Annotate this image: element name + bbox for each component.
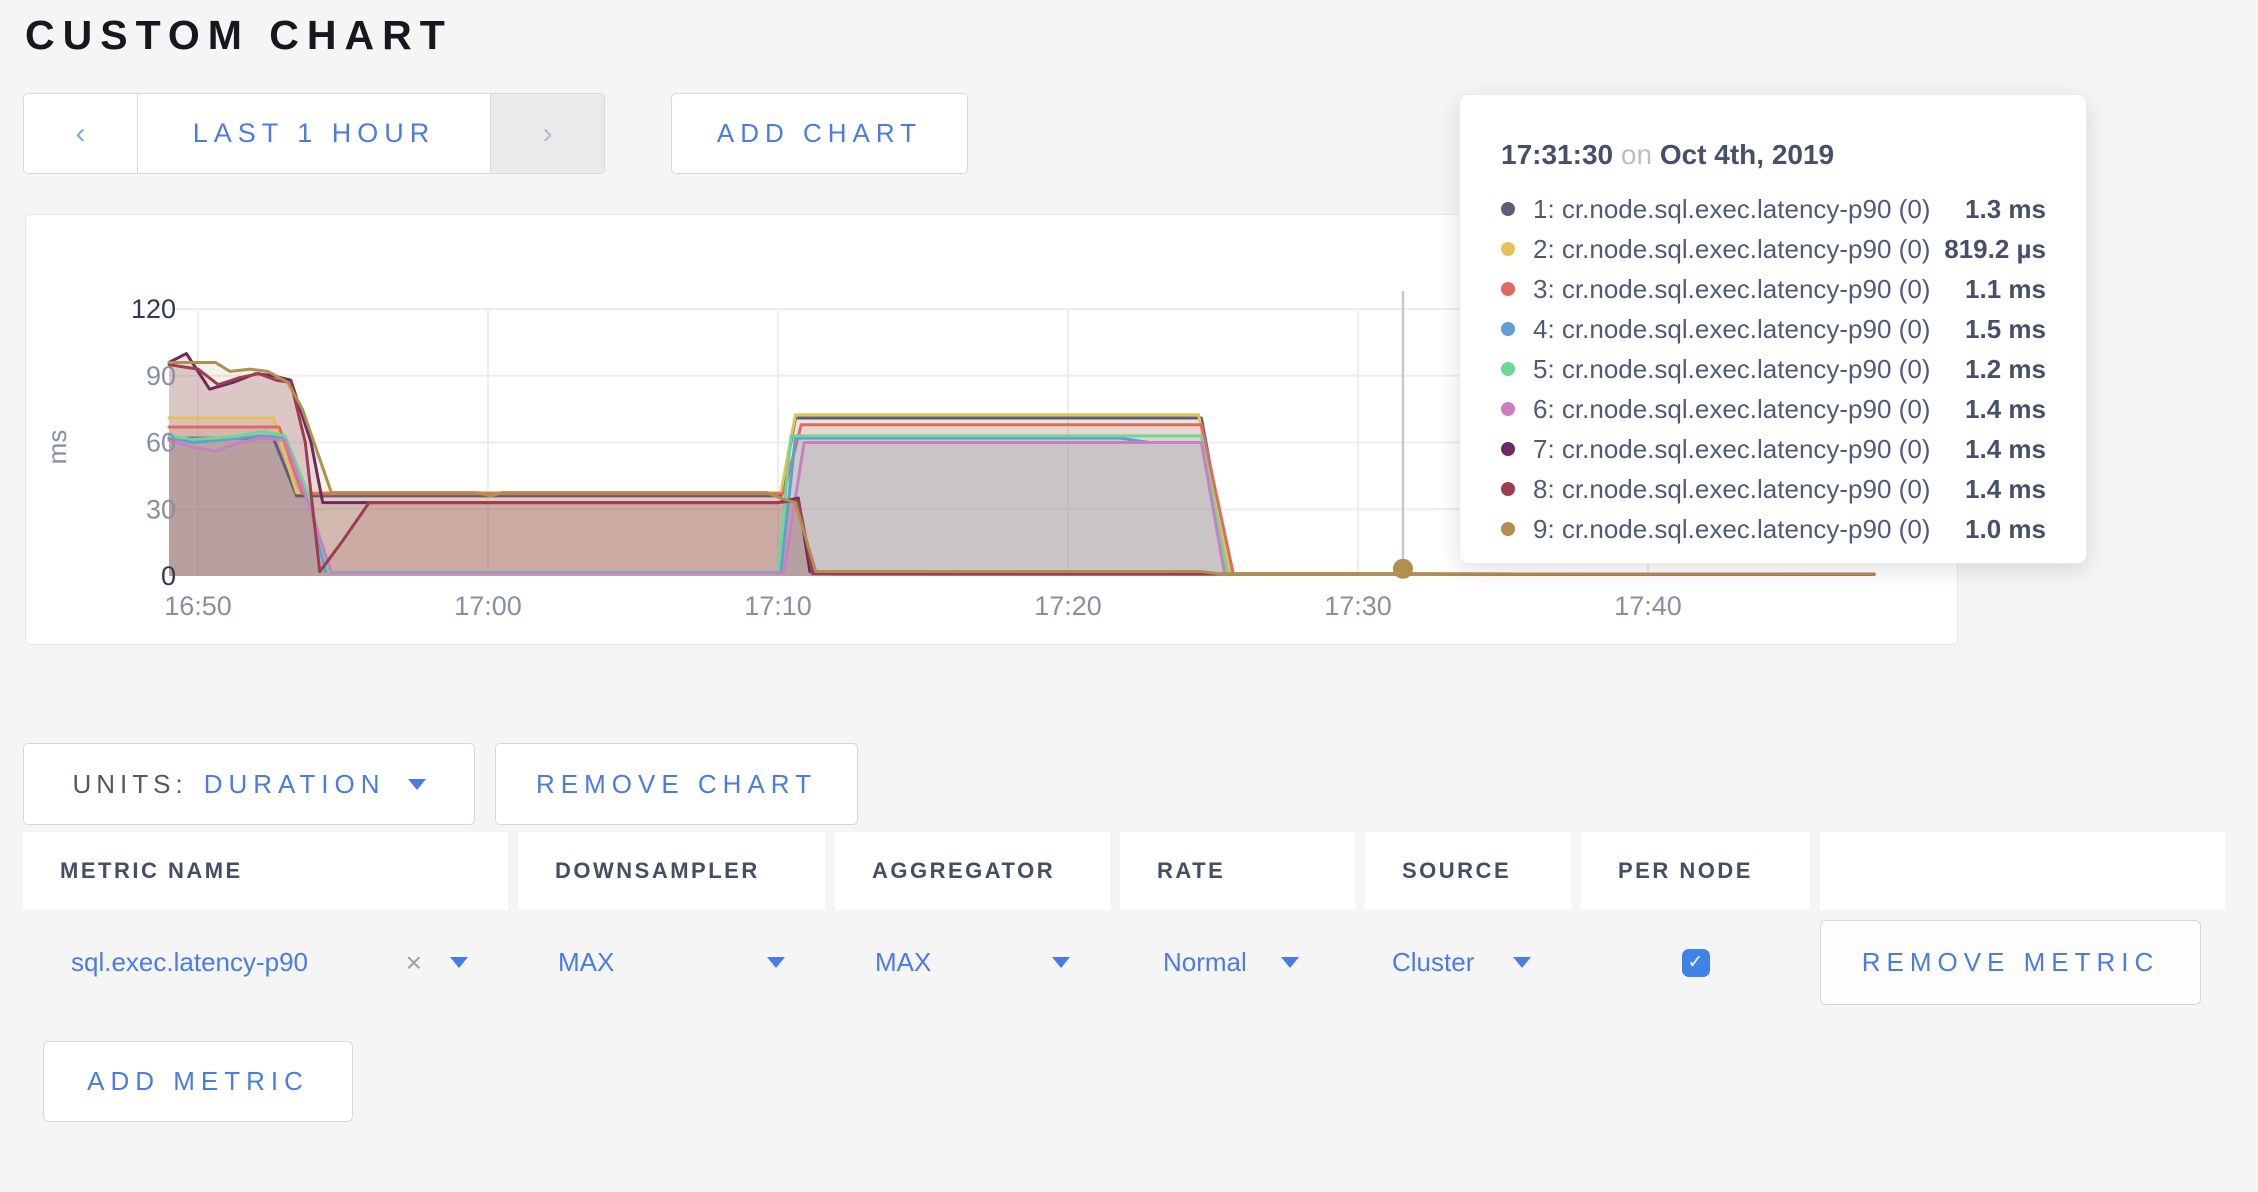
remove-metric-button[interactable]: REMOVE METRIC — [1820, 920, 2201, 1005]
per-node-cell: ✓ — [1581, 949, 1810, 977]
series-color-dot-icon — [1501, 282, 1515, 296]
metric-name-cell: sql.exec.latency-p90 × — [23, 947, 508, 979]
svg-text:16:50: 16:50 — [164, 591, 232, 621]
svg-text:90: 90 — [146, 361, 176, 391]
series-label: 4: cr.node.sql.exec.latency-p90 (0) — [1533, 314, 1930, 345]
series-label: 7: cr.node.sql.exec.latency-p90 (0) — [1533, 434, 1930, 465]
tooltip-series-row: 9: cr.node.sql.exec.latency-p90 (0) 1.0 … — [1501, 509, 2046, 549]
svg-text:17:30: 17:30 — [1324, 591, 1392, 621]
time-range-prev-button[interactable]: ‹ — [24, 94, 138, 173]
downsampler-cell: MAX — [518, 947, 825, 978]
series-value: 1.4 ms — [1965, 434, 2046, 465]
tooltip-series-row: 5: cr.node.sql.exec.latency-p90 (0) 1.2 … — [1501, 349, 2046, 389]
tooltip-series-row: 4: cr.node.sql.exec.latency-p90 (0) 1.5 … — [1501, 309, 2046, 349]
svg-text:17:10: 17:10 — [744, 591, 812, 621]
series-color-dot-icon — [1501, 202, 1515, 216]
per-node-checkbox[interactable]: ✓ — [1682, 949, 1710, 977]
tooltip-timestamp: 17:31:30 on Oct 4th, 2019 — [1501, 139, 2046, 171]
rate-value[interactable]: Normal — [1163, 947, 1247, 978]
rate-cell: Normal — [1120, 947, 1355, 978]
series-color-dot-icon — [1501, 322, 1515, 336]
series-value: 1.3 ms — [1965, 194, 2046, 225]
svg-text:120: 120 — [131, 294, 176, 324]
clear-metric-icon[interactable]: × — [406, 947, 422, 979]
series-color-dot-icon — [1501, 442, 1515, 456]
svg-text:30: 30 — [146, 494, 176, 524]
series-color-dot-icon — [1501, 522, 1515, 536]
series-label: 9: cr.node.sql.exec.latency-p90 (0) — [1533, 514, 1930, 545]
metric-name-value[interactable]: sql.exec.latency-p90 — [71, 947, 308, 978]
chevron-down-icon[interactable] — [1052, 957, 1070, 968]
add-chart-button[interactable]: ADD CHART — [671, 93, 968, 174]
tooltip-series-row: 1: cr.node.sql.exec.latency-p90 (0) 1.3 … — [1501, 189, 2046, 229]
time-range-label[interactable]: LAST 1 HOUR — [138, 94, 490, 173]
check-icon: ✓ — [1688, 951, 1704, 974]
tooltip-date: Oct 4th, 2019 — [1660, 139, 1834, 170]
tooltip-time: 17:31:30 — [1501, 139, 1613, 170]
svg-text:17:40: 17:40 — [1614, 591, 1682, 621]
column-header: SOURCE — [1365, 832, 1571, 910]
chevron-left-icon: ‹ — [76, 117, 86, 151]
metrics-table-header: METRIC NAMEDOWNSAMPLERAGGREGATORRATESOUR… — [23, 832, 2258, 910]
chart-settings-row: UNITS: DURATION REMOVE CHART — [23, 743, 2258, 825]
tooltip-series-row: 6: cr.node.sql.exec.latency-p90 (0) 1.4 … — [1501, 389, 2046, 429]
tooltip-series-row: 2: cr.node.sql.exec.latency-p90 (0) 819.… — [1501, 229, 2046, 269]
column-header: AGGREGATOR — [835, 832, 1110, 910]
series-label: 1: cr.node.sql.exec.latency-p90 (0) — [1533, 194, 1930, 225]
series-color-dot-icon — [1501, 242, 1515, 256]
chart-hover-tooltip: 17:31:30 on Oct 4th, 2019 1: cr.node.sql… — [1459, 94, 2087, 564]
column-header: METRIC NAME — [23, 832, 508, 910]
svg-text:17:20: 17:20 — [1034, 591, 1102, 621]
column-header: RATE — [1120, 832, 1355, 910]
time-range-next-button[interactable]: › — [490, 94, 604, 173]
chevron-down-icon[interactable] — [1281, 957, 1299, 968]
series-value: 1.5 ms — [1965, 314, 2046, 345]
tooltip-series-row: 8: cr.node.sql.exec.latency-p90 (0) 1.4 … — [1501, 469, 2046, 509]
chevron-down-icon[interactable] — [450, 957, 468, 968]
time-range-selector: ‹ LAST 1 HOUR › — [23, 93, 605, 174]
column-header-empty — [1820, 832, 2225, 910]
series-value: 1.0 ms — [1965, 514, 2046, 545]
series-value: 1.2 ms — [1965, 354, 2046, 385]
tooltip-series-row: 3: cr.node.sql.exec.latency-p90 (0) 1.1 … — [1501, 269, 2046, 309]
units-value: DURATION — [204, 769, 386, 800]
tooltip-on-word: on — [1621, 139, 1652, 170]
column-header: DOWNSAMPLER — [518, 832, 825, 910]
add-metric-button[interactable]: ADD METRIC — [43, 1041, 353, 1122]
series-label: 6: cr.node.sql.exec.latency-p90 (0) — [1533, 394, 1930, 425]
aggregator-value[interactable]: MAX — [875, 947, 931, 978]
chevron-down-icon — [408, 779, 426, 790]
units-dropdown[interactable]: UNITS: DURATION — [23, 743, 475, 825]
svg-text:ms: ms — [42, 430, 72, 465]
svg-text:0: 0 — [161, 561, 176, 591]
tooltip-series-row: 7: cr.node.sql.exec.latency-p90 (0) 1.4 … — [1501, 429, 2046, 469]
series-color-dot-icon — [1501, 482, 1515, 496]
chevron-down-icon[interactable] — [1513, 957, 1531, 968]
units-label: UNITS: — [72, 769, 187, 800]
column-header: PER NODE — [1581, 832, 1810, 910]
tooltip-rows: 1: cr.node.sql.exec.latency-p90 (0) 1.3 … — [1501, 189, 2046, 549]
aggregator-cell: MAX — [835, 947, 1110, 978]
series-color-dot-icon — [1501, 362, 1515, 376]
source-value[interactable]: Cluster — [1392, 947, 1474, 978]
source-cell: Cluster — [1365, 947, 1571, 978]
series-color-dot-icon — [1501, 402, 1515, 416]
series-label: 5: cr.node.sql.exec.latency-p90 (0) — [1533, 354, 1930, 385]
remove-metric-cell: REMOVE METRIC — [1820, 920, 2225, 1005]
svg-text:17:00: 17:00 — [454, 591, 522, 621]
svg-text:60: 60 — [146, 428, 176, 458]
series-label: 8: cr.node.sql.exec.latency-p90 (0) — [1533, 474, 1930, 505]
series-label: 3: cr.node.sql.exec.latency-p90 (0) — [1533, 274, 1930, 305]
series-value: 1.1 ms — [1965, 274, 2046, 305]
chevron-down-icon[interactable] — [767, 957, 785, 968]
series-value: 1.4 ms — [1965, 394, 2046, 425]
metric-row: sql.exec.latency-p90 × MAX MAX Normal Cl… — [23, 915, 2258, 1010]
page-title: CUSTOM CHART — [25, 12, 2258, 59]
remove-chart-button[interactable]: REMOVE CHART — [495, 743, 858, 825]
chevron-right-icon: › — [543, 117, 553, 151]
downsampler-value[interactable]: MAX — [558, 947, 614, 978]
series-value: 1.4 ms — [1965, 474, 2046, 505]
series-label: 2: cr.node.sql.exec.latency-p90 (0) — [1533, 234, 1930, 265]
series-value: 819.2 µs — [1944, 234, 2046, 265]
